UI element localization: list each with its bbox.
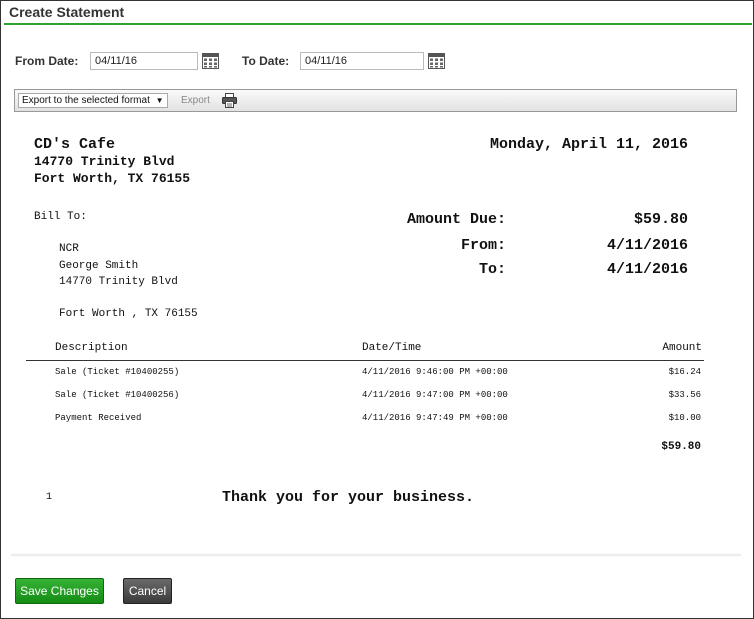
business-address-line1: 14770 Trinity Blvd bbox=[34, 154, 175, 169]
row-datetime: 4/11/2016 9:46:00 PM +00:00 bbox=[362, 367, 508, 377]
business-name: CD's Cafe bbox=[34, 136, 116, 153]
table-header-rule bbox=[26, 360, 704, 361]
dialog-title: Create Statement bbox=[9, 4, 125, 20]
bill-to-address-line2: Fort Worth , TX 76155 bbox=[59, 308, 198, 320]
row-amount: $10.00 bbox=[668, 413, 701, 423]
save-changes-button[interactable]: Save Changes bbox=[15, 578, 104, 604]
from-date-value: 4/11/2016 bbox=[606, 237, 688, 254]
column-header-datetime: Date/Time bbox=[362, 342, 422, 354]
caret-down-icon: ▼ bbox=[155, 96, 164, 105]
report-toolbar: Export to the selected format ▼ Export bbox=[14, 89, 737, 112]
title-divider bbox=[4, 23, 752, 25]
export-format-value: Export to the selected format bbox=[22, 95, 150, 106]
to-label: To: bbox=[478, 261, 506, 278]
page-number: 1 bbox=[46, 492, 53, 503]
row-datetime: 4/11/2016 9:47:49 PM +00:00 bbox=[362, 413, 508, 423]
amount-due-label: Amount Due: bbox=[406, 211, 506, 228]
row-amount: $33.56 bbox=[668, 390, 701, 400]
bill-to-label: Bill To: bbox=[34, 211, 87, 223]
cancel-button[interactable]: Cancel bbox=[123, 578, 172, 604]
footer-divider bbox=[11, 553, 741, 557]
statement-total: $59.80 bbox=[661, 441, 701, 453]
to-date-input[interactable]: 04/11/16 bbox=[300, 52, 424, 70]
export-link[interactable]: Export bbox=[181, 95, 210, 106]
from-label: From: bbox=[460, 237, 506, 254]
calendar-icon[interactable] bbox=[428, 53, 445, 69]
create-statement-dialog: Create Statement From Date: 04/11/16 To … bbox=[0, 0, 754, 619]
calendar-icon[interactable] bbox=[202, 53, 219, 69]
export-format-select[interactable]: Export to the selected format ▼ bbox=[18, 93, 168, 108]
to-date-label: To Date: bbox=[242, 54, 290, 68]
column-header-description: Description bbox=[55, 342, 128, 354]
from-date-label: From Date: bbox=[15, 54, 79, 68]
business-address-line2: Fort Worth, TX 76155 bbox=[34, 171, 191, 186]
statement-date: Monday, April 11, 2016 bbox=[489, 136, 688, 153]
amount-due-value: $59.80 bbox=[633, 211, 688, 228]
from-date-input[interactable]: 04/11/16 bbox=[90, 52, 198, 70]
printer-icon[interactable] bbox=[222, 93, 237, 108]
bill-to-name: George Smith bbox=[59, 260, 139, 272]
row-datetime: 4/11/2016 9:47:00 PM +00:00 bbox=[362, 390, 508, 400]
bill-to-company: NCR bbox=[59, 243, 79, 255]
to-date-value: 4/11/2016 bbox=[606, 261, 688, 278]
row-description: Sale (Ticket #10400255) bbox=[55, 367, 180, 377]
column-header-amount: Amount bbox=[662, 342, 702, 354]
thank-you-message: Thank you for your business. bbox=[222, 489, 475, 506]
row-description: Sale (Ticket #10400256) bbox=[55, 390, 180, 400]
row-amount: $16.24 bbox=[668, 367, 701, 377]
row-description: Payment Received bbox=[55, 413, 142, 423]
bill-to-address-line1: 14770 Trinity Blvd bbox=[59, 276, 178, 288]
